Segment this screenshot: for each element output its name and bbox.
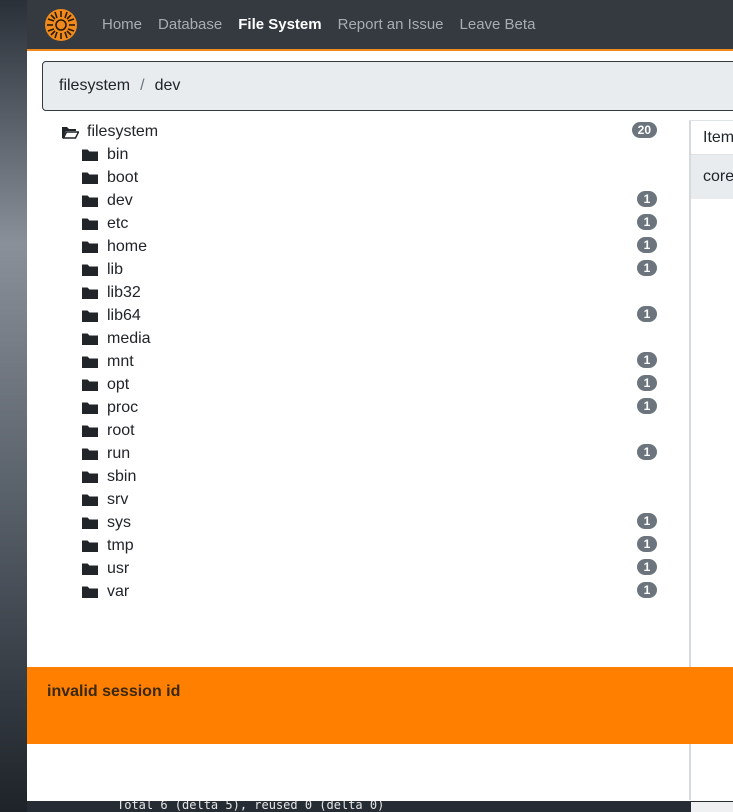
- tree-item-label: opt: [107, 376, 130, 393]
- tree-item-srv[interactable]: srv: [81, 490, 657, 510]
- tree-item-mnt[interactable]: mnt 1: [81, 352, 657, 372]
- count-badge: 1: [637, 375, 657, 391]
- tree-item-label: dev: [107, 192, 133, 209]
- tree-item-label: lib: [107, 261, 124, 278]
- tree-item-lib32[interactable]: lib32: [81, 283, 657, 303]
- folder-icon: [82, 218, 98, 230]
- folder-open-icon: [62, 127, 79, 139]
- breadcrumb-separator: /: [140, 77, 145, 94]
- tree-item-label: etc: [107, 215, 129, 232]
- count-badge: 1: [637, 237, 657, 253]
- tree-item-label: home: [107, 238, 148, 255]
- folder-icon: [82, 195, 98, 207]
- nav-home[interactable]: Home: [102, 16, 142, 33]
- folder-icon: [82, 356, 98, 368]
- tree-item-label: sys: [107, 514, 131, 531]
- tree-item-dev[interactable]: dev 1: [81, 191, 657, 211]
- folder-icon: [82, 540, 98, 552]
- items-panel-row[interactable]: core: [691, 155, 733, 199]
- count-badge: 1: [637, 352, 657, 368]
- tree-item-lib[interactable]: lib 1: [81, 260, 657, 280]
- tree-item-label: tmp: [107, 537, 134, 554]
- folder-icon: [82, 586, 98, 598]
- breadcrumb-item-filesystem[interactable]: filesystem: [59, 77, 130, 95]
- count-badge: 1: [637, 513, 657, 529]
- count-badge: 1: [637, 191, 657, 207]
- tree-item-root[interactable]: root: [81, 421, 657, 441]
- tree-item-label: lib64: [107, 307, 141, 324]
- count-badge: 1: [637, 444, 657, 460]
- folder-icon: [82, 379, 98, 391]
- tree-item-label: srv: [107, 491, 129, 508]
- tree-item-sbin[interactable]: sbin: [81, 467, 657, 487]
- folder-icon: [82, 402, 98, 414]
- breadcrumb: filesystem / dev: [42, 61, 733, 111]
- count-badge: 20: [631, 122, 657, 138]
- tree-item-label: boot: [107, 169, 139, 186]
- folder-icon: [82, 172, 98, 184]
- folder-icon: [82, 517, 98, 529]
- top-navbar: Home Database File System Report an Issu…: [27, 0, 733, 51]
- alert-message: invalid session id: [47, 683, 181, 700]
- folder-icon: [82, 563, 98, 575]
- items-panel-header: Item: [691, 121, 733, 155]
- folder-icon: [82, 494, 98, 506]
- tree-item-label: lib32: [107, 284, 141, 301]
- tree-item-label: sbin: [107, 468, 137, 485]
- nav-database[interactable]: Database: [158, 16, 222, 33]
- tree-item-media[interactable]: media: [81, 329, 657, 349]
- folder-icon: [82, 241, 98, 253]
- tree-item-label: root: [107, 422, 135, 439]
- tree-item-label: bin: [107, 146, 129, 163]
- error-alert: invalid session id: [27, 667, 733, 744]
- tree-item-opt[interactable]: opt 1: [81, 375, 657, 395]
- tree-item-etc[interactable]: etc 1: [81, 214, 657, 234]
- main-content: filesystem / dev filesystem 20 bin boot de…: [27, 51, 733, 812]
- tree-item-proc[interactable]: proc 1: [81, 398, 657, 418]
- tree-item-boot[interactable]: boot: [81, 168, 657, 188]
- nav-file-system[interactable]: File System: [238, 16, 321, 33]
- folder-icon: [82, 287, 98, 299]
- count-badge: 1: [637, 536, 657, 552]
- tree-item-run[interactable]: run 1: [81, 444, 657, 464]
- count-badge: 1: [637, 306, 657, 322]
- tree-item-label: mnt: [107, 353, 134, 370]
- count-badge: 1: [637, 559, 657, 575]
- tree-item-bin[interactable]: bin: [81, 145, 657, 165]
- tree-item-tmp[interactable]: tmp 1: [81, 536, 657, 556]
- tree-item-label: media: [107, 330, 151, 347]
- count-badge: 1: [637, 214, 657, 230]
- count-badge: 1: [637, 260, 657, 276]
- tree-item-lib64[interactable]: lib64 1: [81, 306, 657, 326]
- folder-icon: [82, 333, 98, 345]
- items-panel-footer: [691, 802, 733, 812]
- folder-icon: [82, 310, 98, 322]
- folder-icon: [82, 264, 98, 276]
- folder-icon: [82, 425, 98, 437]
- tree-item-var[interactable]: var 1: [81, 582, 657, 602]
- count-badge: 1: [637, 398, 657, 414]
- tree-root-filesystem[interactable]: filesystem 20: [61, 122, 657, 142]
- folder-icon: [82, 471, 98, 483]
- tree-item-usr[interactable]: usr 1: [81, 559, 657, 579]
- tree-item-label: proc: [107, 399, 139, 416]
- folder-icon: [82, 149, 98, 161]
- nav-leave-beta[interactable]: Leave Beta: [460, 16, 536, 33]
- tree-item-label: run: [107, 445, 131, 462]
- tree-item-home[interactable]: home 1: [81, 237, 657, 257]
- tree-item-label: usr: [107, 560, 130, 577]
- sun-logo-icon[interactable]: [44, 8, 78, 42]
- folder-icon: [82, 448, 98, 460]
- desktop-background: [0, 0, 27, 812]
- breadcrumb-item-dev: dev: [154, 77, 181, 94]
- tree-item-sys[interactable]: sys 1: [81, 513, 657, 533]
- tree-root-label: filesystem: [87, 123, 159, 140]
- nav-report-issue[interactable]: Report an Issue: [338, 16, 444, 33]
- count-badge: 1: [637, 582, 657, 598]
- tree-item-label: var: [107, 583, 130, 600]
